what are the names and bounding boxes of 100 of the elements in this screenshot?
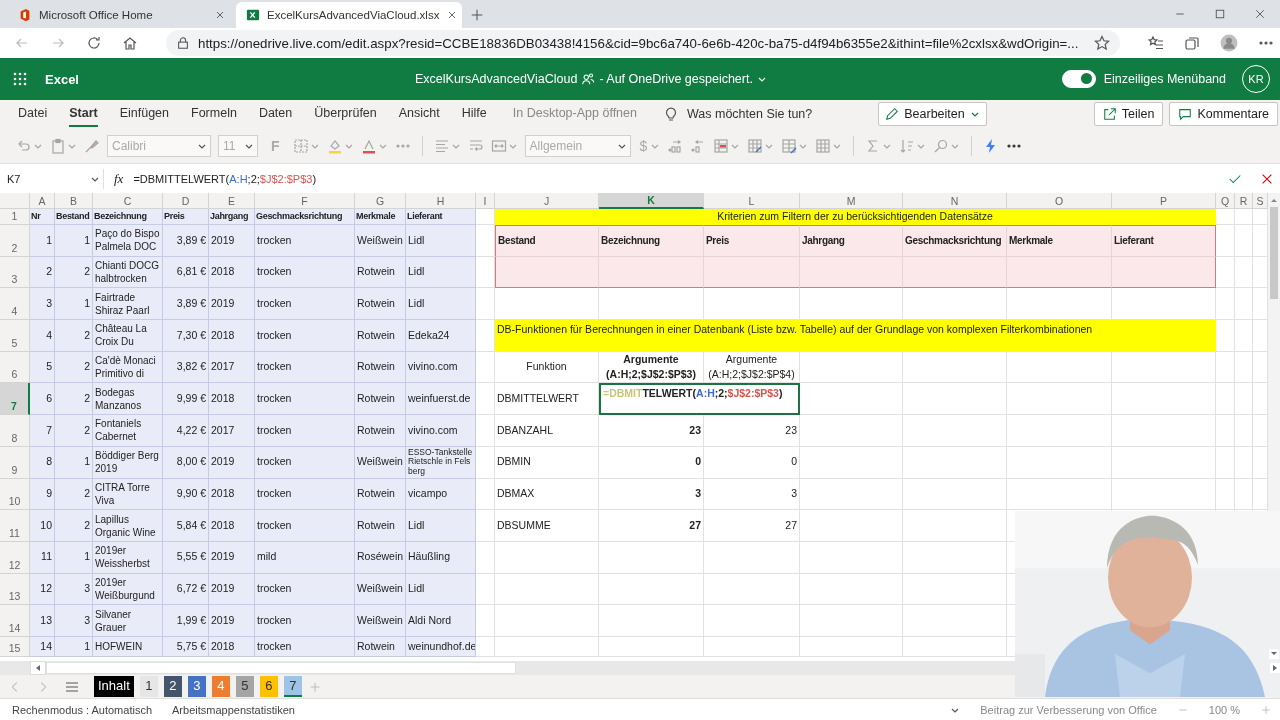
table-cell: 9,99 €: [176, 391, 206, 406]
zoom-level: 100 %: [1208, 703, 1240, 716]
table-cell: 6: [46, 391, 52, 406]
column-header[interactable]: G: [355, 193, 406, 209]
table-cell: 3,89 €: [176, 233, 206, 248]
table-cell: ESSO-Tankstelle Rietschle in Felsberg: [408, 448, 473, 477]
column-header[interactable]: I: [476, 193, 495, 209]
sheet-tab[interactable]: Inhalt: [94, 676, 134, 697]
table-cell: Chianti DOCG halbtrocken: [95, 259, 160, 286]
table-cell: 8: [46, 455, 52, 469]
save-status[interactable]: - Auf OneDrive gespeichert.: [599, 72, 753, 86]
column-header[interactable]: B: [55, 193, 93, 209]
row-header[interactable]: 2: [0, 225, 30, 257]
table-cell: 7,30 €: [176, 328, 206, 343]
result-value: 3: [695, 487, 701, 501]
column-header[interactable]: E: [209, 193, 255, 209]
browser-tab[interactable]: ExcelKursAdvancedViaCloud.xlsx: [236, 2, 462, 28]
address-field[interactable]: https://onedrive.live.com/edit.aspx?resid=CCBE18836DB03438!4156&cid=9bc6a740-6e6b-420c-ba75-d4f94b6355e2&ithint=file%2cxlsx&wdOrigin=...: [166, 30, 1121, 56]
document-title[interactable]: ExcelKursAdvancedViaCloud: [415, 72, 578, 86]
formula-field[interactable]: =DBMITTELWERT(A:H;2;$J$2:$P$3): [133, 172, 1222, 185]
column-header[interactable]: F: [255, 193, 355, 209]
column-header[interactable]: L: [704, 193, 800, 209]
function-name: DBANZAHL: [497, 423, 553, 438]
formula-editor[interactable]: =DBMITTELWERT(A:H;2;$J$2:$P$3): [599, 383, 800, 416]
sheet-tab[interactable]: 3: [187, 676, 206, 697]
column-header[interactable]: S: [1253, 193, 1268, 209]
row-header[interactable]: 5: [0, 320, 30, 352]
table-cell: Lidl: [408, 582, 425, 596]
ribbon-tab[interactable]: Datei: [18, 101, 48, 127]
table-cell: 10: [40, 518, 52, 533]
header-cell: Geschmacksrichtung: [256, 210, 343, 223]
column-header[interactable]: H: [406, 193, 476, 209]
sheet-tab[interactable]: 5: [235, 676, 254, 697]
ribbon-tab[interactable]: Ansicht: [398, 101, 440, 127]
share-button[interactable]: Teilen: [1093, 102, 1164, 126]
function-button[interactable]: fx: [110, 170, 128, 187]
ribbon-tab[interactable]: Überprüfen: [314, 101, 377, 127]
workbook-stats-link[interactable]: Arbeitsmappenstatistiken: [172, 703, 295, 716]
table-cell: mild: [257, 550, 277, 565]
table-cell: 6,81 €: [176, 265, 206, 279]
row-header[interactable]: 14: [0, 605, 30, 637]
column-header[interactable]: A: [30, 193, 55, 209]
tell-me-field[interactable]: Was möchten Sie tun?: [686, 107, 813, 121]
row-header[interactable]: 15: [0, 636, 30, 657]
criteria-field: Jahrgang: [802, 234, 845, 248]
ribbon-tab[interactable]: Hilfe: [461, 101, 487, 127]
sheet-tab[interactable]: 1: [139, 676, 158, 697]
table-cell: Aldi Nord: [408, 613, 452, 628]
table-cell: 2018: [211, 265, 235, 279]
column-label: Funktion: [526, 360, 567, 374]
sheet-tab[interactable]: 2: [163, 676, 182, 697]
feedback-link[interactable]: Beitrag zur Verbesserung von Office: [980, 703, 1157, 716]
header-cell: Jahrgang: [210, 210, 249, 223]
row-header[interactable]: 3: [0, 256, 30, 289]
criteria-title: Kriterien zum Filtern der zu berücksichtigenden Datensätze: [717, 209, 993, 224]
row-header[interactable]: 11: [0, 510, 30, 542]
table-cell: 7: [46, 423, 52, 438]
column-header[interactable]: R: [1235, 193, 1253, 209]
open-desktop-link[interactable]: In Desktop-App öffnen: [512, 101, 637, 127]
table-cell-text: Ca'dè Monaci Primitivo di: [95, 354, 157, 381]
row-header[interactable]: 1: [0, 209, 30, 225]
ribbon-tab[interactable]: Formeln: [191, 101, 237, 127]
name-box[interactable]: K7: [4, 168, 104, 189]
table-cell: Lidl: [408, 296, 425, 311]
app-name[interactable]: Excel: [45, 71, 415, 87]
row-header[interactable]: 7: [0, 383, 30, 416]
row-header[interactable]: 6: [0, 351, 30, 384]
table-cell: Rotwein: [357, 518, 395, 533]
sheet-tab[interactable]: 7: [283, 676, 302, 697]
column-header[interactable]: C: [93, 193, 163, 209]
column-header[interactable]: M: [800, 193, 903, 209]
column-header[interactable]: O: [1007, 193, 1112, 209]
row-header[interactable]: 9: [0, 446, 30, 479]
row-header[interactable]: 10: [0, 478, 30, 511]
table-cell: Weißwein: [357, 582, 403, 596]
browser-tab[interactable]: Microsoft Office Home: [8, 2, 234, 28]
header-cell: Lieferant: [407, 210, 443, 223]
column-header[interactable]: D: [163, 193, 209, 209]
table-cell-text: 2019er Weissherbst: [95, 544, 151, 571]
table-cell-text: Silvaner Grauer: [95, 607, 133, 634]
table-cell: 2: [46, 265, 52, 279]
sheet-tab[interactable]: 6: [259, 676, 278, 697]
row-header[interactable]: 12: [0, 541, 30, 574]
column-header[interactable]: K: [599, 193, 704, 209]
row-header[interactable]: 8: [0, 415, 30, 447]
column-header[interactable]: P: [1112, 193, 1216, 209]
row-header[interactable]: 13: [0, 573, 30, 606]
table-cell: 1: [84, 639, 90, 654]
ribbon-tab[interactable]: Daten: [258, 101, 293, 127]
column-header[interactable]: N: [903, 193, 1007, 209]
comments-button[interactable]: Kommentare: [1169, 102, 1278, 126]
ribbon-tab[interactable]: Einfügen: [119, 101, 170, 127]
table-cell: 2019: [211, 296, 235, 311]
edit-mode-button[interactable]: Bearbeiten: [878, 102, 987, 126]
row-header[interactable]: 4: [0, 288, 30, 321]
toggle-label: Einzeiliges Menüband: [1103, 72, 1226, 86]
table-cell: weinfuerst.de: [408, 391, 471, 406]
column-header[interactable]: J: [495, 193, 599, 209]
table-cell: Paço do Bispo Palmela DOC: [95, 227, 160, 254]
column-header[interactable]: Q: [1216, 193, 1235, 209]
